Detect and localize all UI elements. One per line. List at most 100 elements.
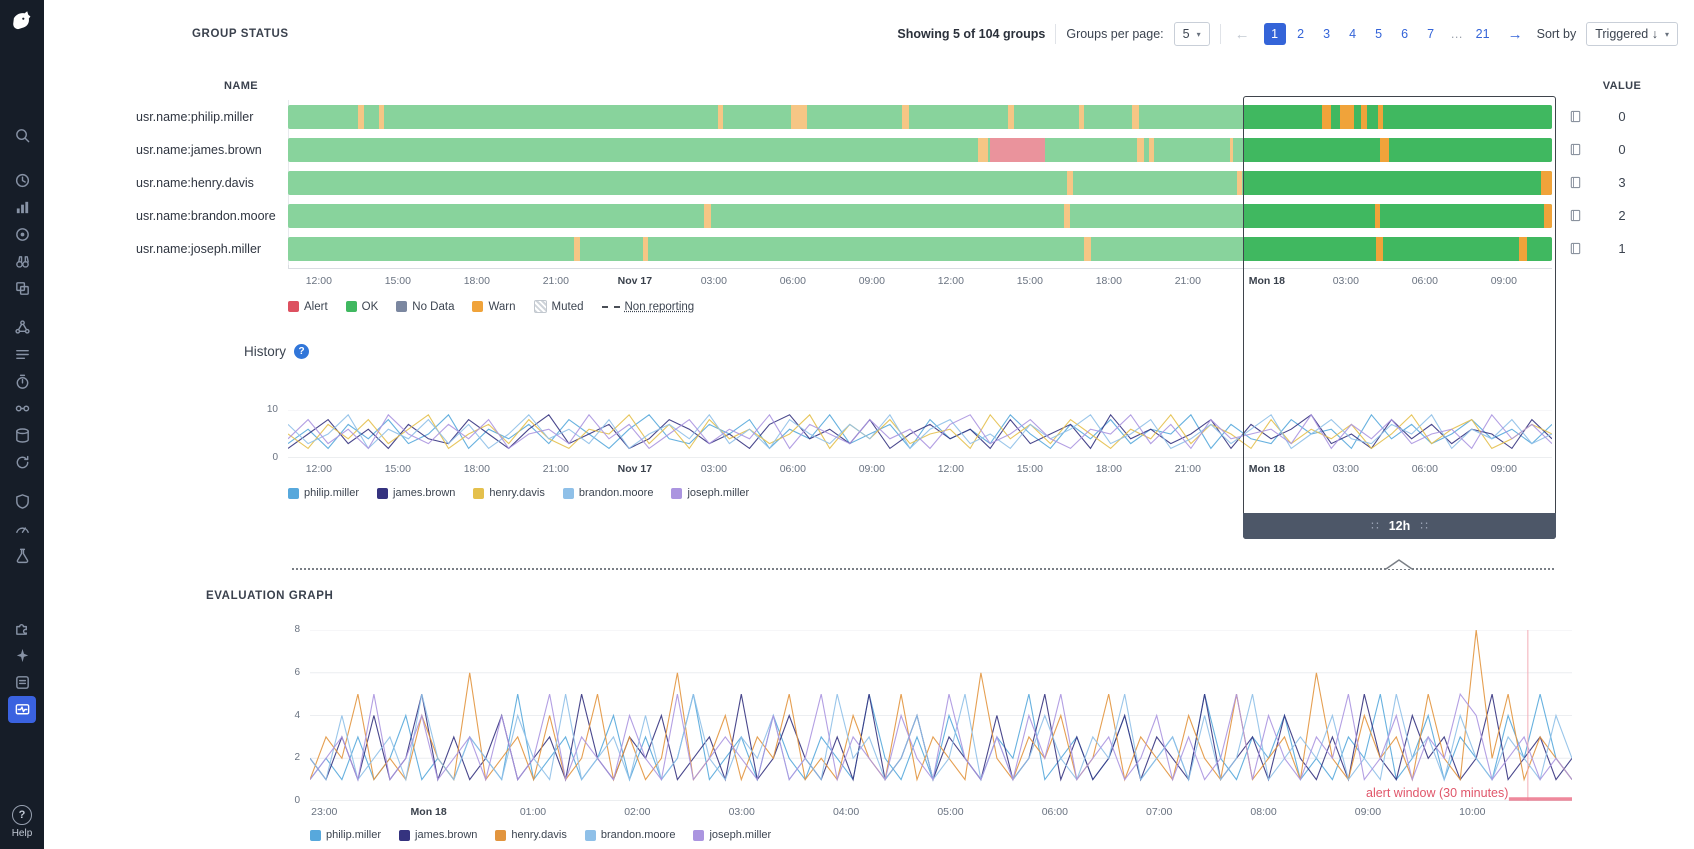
security-icon[interactable] bbox=[8, 488, 36, 515]
legend-label: henry.davis bbox=[511, 829, 566, 841]
database-icon[interactable] bbox=[8, 422, 36, 449]
legend-swatch bbox=[346, 301, 357, 312]
copilot-icon[interactable] bbox=[8, 642, 36, 669]
group-value: 0 bbox=[1594, 142, 1650, 157]
prev-page-button[interactable]: ← bbox=[1231, 26, 1254, 43]
group-name[interactable]: usr.name:brandon.moore bbox=[136, 209, 288, 223]
history-label: History bbox=[244, 344, 286, 359]
axis-tick: Mon 18 bbox=[399, 806, 459, 818]
groups-per-page-select[interactable]: 5 ▾ bbox=[1174, 22, 1210, 46]
axis-tick: 21:00 bbox=[1158, 463, 1218, 475]
group-value: 2 bbox=[1594, 208, 1650, 223]
legend-swatch bbox=[671, 488, 682, 499]
axis-tick: 02:00 bbox=[607, 806, 667, 818]
legend-swatch bbox=[585, 830, 596, 841]
help-icon[interactable]: ? bbox=[12, 805, 32, 825]
ci-icon[interactable] bbox=[8, 449, 36, 476]
legend-label: henry.davis bbox=[489, 487, 544, 499]
evaluation-x-axis: 23:00Mon 1801:0002:0003:0004:0005:0006:0… bbox=[310, 806, 1572, 820]
logs-icon[interactable] bbox=[8, 341, 36, 368]
network-icon[interactable] bbox=[8, 314, 36, 341]
page-button-1[interactable]: 1 bbox=[1264, 23, 1286, 45]
integrations-icon[interactable] bbox=[8, 615, 36, 642]
page-button-5[interactable]: 5 bbox=[1368, 23, 1390, 45]
axis-tick: 06:00 bbox=[763, 463, 823, 475]
legend-item-james.brown[interactable]: james.brown bbox=[377, 487, 455, 499]
legend-item-philip.miller[interactable]: philip.miller bbox=[310, 829, 381, 841]
group-name[interactable]: usr.name:james.brown bbox=[136, 143, 288, 157]
status-legend-item: Non reporting bbox=[602, 301, 695, 313]
axis-tick: 01:00 bbox=[503, 806, 563, 818]
legend-item-philip.miller[interactable]: philip.miller bbox=[288, 487, 359, 499]
datadog-logo[interactable] bbox=[0, 0, 44, 44]
legend-item-joseph.miller[interactable]: joseph.miller bbox=[693, 829, 771, 841]
page-button-2[interactable]: 2 bbox=[1290, 23, 1312, 45]
metrics-icon[interactable] bbox=[8, 194, 36, 221]
legend-item-brandon.moore[interactable]: brandon.moore bbox=[563, 487, 654, 499]
status-segment-warn bbox=[1008, 105, 1013, 129]
synthetics-icon[interactable] bbox=[8, 542, 36, 569]
notebooks-icon[interactable] bbox=[8, 669, 36, 696]
timeframe-selector[interactable]: ∷ 12h ∷ bbox=[1243, 513, 1556, 539]
zoom-connector-caret bbox=[1385, 559, 1413, 570]
notebook-icon[interactable] bbox=[1566, 110, 1584, 123]
status-segment-warn bbox=[379, 105, 384, 129]
legend-item-james.brown[interactable]: james.brown bbox=[399, 829, 477, 841]
notebook-icon[interactable] bbox=[1566, 209, 1584, 222]
legend-item-henry.davis[interactable]: henry.davis bbox=[473, 487, 544, 499]
status-legend-item: Muted bbox=[534, 300, 584, 313]
rum-icon[interactable] bbox=[8, 515, 36, 542]
notebook-icon[interactable] bbox=[1566, 176, 1584, 189]
axis-tick: 03:00 bbox=[684, 275, 744, 287]
axis-tick: 15:00 bbox=[1000, 275, 1060, 287]
drag-handle-icon[interactable]: ∷ bbox=[1420, 519, 1428, 533]
help-button[interactable]: ? Help bbox=[12, 805, 33, 839]
page-button-7[interactable]: 7 bbox=[1420, 23, 1442, 45]
page-button-6[interactable]: 6 bbox=[1394, 23, 1416, 45]
containers-icon[interactable] bbox=[8, 275, 36, 302]
monitor-status-page: ? Help GROUP STATUS Showing 5 of 104 gro… bbox=[0, 0, 1694, 849]
y-tick: 2 bbox=[294, 752, 300, 763]
drag-handle-icon[interactable]: ∷ bbox=[1371, 519, 1379, 533]
timeframe-selection-window[interactable]: ∷ 12h ∷ bbox=[1243, 96, 1556, 539]
legend-item-joseph.miller[interactable]: joseph.miller bbox=[671, 487, 749, 499]
legend-label: brandon.moore bbox=[579, 487, 654, 499]
legend-item-henry.davis[interactable]: henry.davis bbox=[495, 829, 566, 841]
group-name[interactable]: usr.name:joseph.miller bbox=[136, 242, 288, 256]
status-segment-warn bbox=[718, 105, 724, 129]
axis-tick: 08:00 bbox=[1234, 806, 1294, 818]
evaluation-chart[interactable] bbox=[310, 630, 1572, 801]
history-help-icon[interactable]: ? bbox=[294, 344, 309, 359]
group-name[interactable]: usr.name:philip.miller bbox=[136, 110, 288, 124]
status-segment-warn bbox=[358, 105, 364, 129]
infrastructure-icon[interactable] bbox=[8, 248, 36, 275]
notebook-icon[interactable] bbox=[1566, 143, 1584, 156]
axis-tick: 10:00 bbox=[1442, 806, 1502, 818]
monitors-icon[interactable] bbox=[8, 696, 36, 723]
header-controls: Showing 5 of 104 groups Groups per page:… bbox=[897, 22, 1678, 46]
legend-label: Warn bbox=[488, 301, 515, 313]
sort-select[interactable]: Triggered ↓ ▾ bbox=[1586, 22, 1678, 46]
y-tick: 4 bbox=[294, 710, 300, 721]
search-icon[interactable] bbox=[8, 122, 36, 149]
status-segment-warn bbox=[704, 204, 712, 228]
page-button-21[interactable]: 21 bbox=[1472, 23, 1494, 45]
y-tick: 0 bbox=[294, 795, 300, 806]
next-page-button[interactable]: → bbox=[1504, 26, 1527, 43]
apm-icon[interactable] bbox=[8, 368, 36, 395]
dashboards-icon[interactable] bbox=[8, 221, 36, 248]
group-name[interactable]: usr.name:henry.davis bbox=[136, 176, 288, 190]
sidebar: ? Help bbox=[0, 0, 44, 849]
watchdog-icon[interactable] bbox=[8, 167, 36, 194]
group-value: 1 bbox=[1594, 241, 1650, 256]
groups-per-page-label: Groups per page: bbox=[1066, 27, 1163, 41]
group-value: 0 bbox=[1594, 109, 1650, 124]
page-button-3[interactable]: 3 bbox=[1316, 23, 1338, 45]
page-button-4[interactable]: 4 bbox=[1342, 23, 1364, 45]
chevron-down-icon: ▾ bbox=[1197, 30, 1201, 39]
service-map-icon[interactable] bbox=[8, 395, 36, 422]
legend-item-brandon.moore[interactable]: brandon.moore bbox=[585, 829, 676, 841]
divider bbox=[1220, 24, 1221, 44]
alert-window-annotation: alert window (30 minutes) bbox=[1366, 786, 1508, 800]
notebook-icon[interactable] bbox=[1566, 242, 1584, 255]
